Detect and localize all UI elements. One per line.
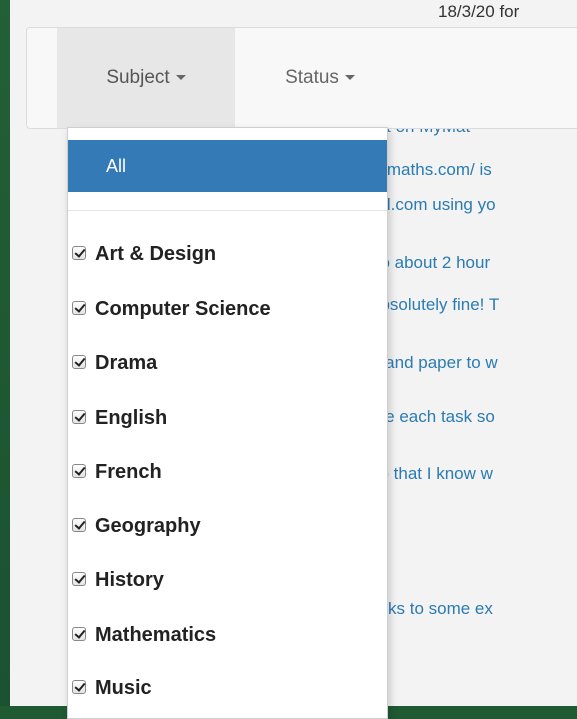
dropdown-divider (68, 210, 387, 211)
subject-option-history[interactable]: History (68, 565, 387, 595)
subject-option-geography[interactable]: Geography (68, 511, 387, 541)
subject-option-computer-science[interactable]: Computer Science (68, 294, 387, 324)
subject-option-music[interactable]: Music (68, 673, 387, 703)
subject-option-label: English (95, 407, 168, 429)
content-line: so that I know w (371, 464, 493, 483)
subject-option-art-design[interactable]: Art & Design (68, 239, 387, 269)
content-line: do about 2 hour (371, 253, 491, 272)
checkbox-checked-icon[interactable] (72, 355, 86, 369)
page-panel: 18/3/20 for n set on MyMat ettmaths.com/… (10, 0, 577, 719)
status-label: Status (285, 67, 339, 88)
all-label: All (106, 156, 127, 176)
filter-navbar: Subject Status (26, 27, 577, 129)
subject-option-label: Geography (95, 515, 201, 537)
checkbox-checked-icon[interactable] (72, 410, 86, 424)
subject-option-label: History (95, 569, 164, 591)
checkbox-checked-icon[interactable] (72, 301, 86, 315)
subject-option-label: Computer Science (95, 298, 271, 320)
caret-down-icon (344, 75, 355, 81)
subject-label: Subject (106, 67, 170, 88)
content-line: absolutely fine! T (371, 295, 500, 314)
subject-option-french[interactable]: French (68, 457, 387, 487)
subject-option-mathematics[interactable]: Mathematics (68, 620, 387, 650)
checkbox-checked-icon[interactable] (72, 572, 86, 586)
checkbox-checked-icon[interactable] (72, 627, 86, 641)
checkbox-checked-icon[interactable] (72, 464, 86, 478)
subject-option-label: Drama (95, 352, 158, 374)
subject-option-label: Music (95, 677, 152, 699)
content-line: n and paper to w (371, 353, 498, 372)
checkbox-checked-icon[interactable] (72, 680, 86, 694)
subject-option-label: Mathematics (95, 624, 217, 646)
subject-option-drama[interactable]: Drama (68, 348, 387, 378)
subject-option-label: French (95, 461, 162, 483)
subject-option-label: Art & Design (95, 243, 217, 265)
content-line: ete each task so (371, 407, 495, 426)
content-line: links to some ex (371, 599, 493, 618)
dropdown-item-all[interactable]: All (68, 140, 387, 192)
caret-down-icon (175, 75, 186, 81)
status-dropdown-toggle[interactable]: Status (255, 28, 385, 128)
checkbox-checked-icon[interactable] (72, 246, 86, 260)
checkbox-checked-icon[interactable] (72, 518, 86, 532)
subject-dropdown-toggle[interactable]: Subject (57, 28, 235, 128)
subject-option-english[interactable]: English (68, 403, 387, 433)
subject-dropdown-menu: All Art & Design Computer Science Drama … (67, 127, 388, 719)
